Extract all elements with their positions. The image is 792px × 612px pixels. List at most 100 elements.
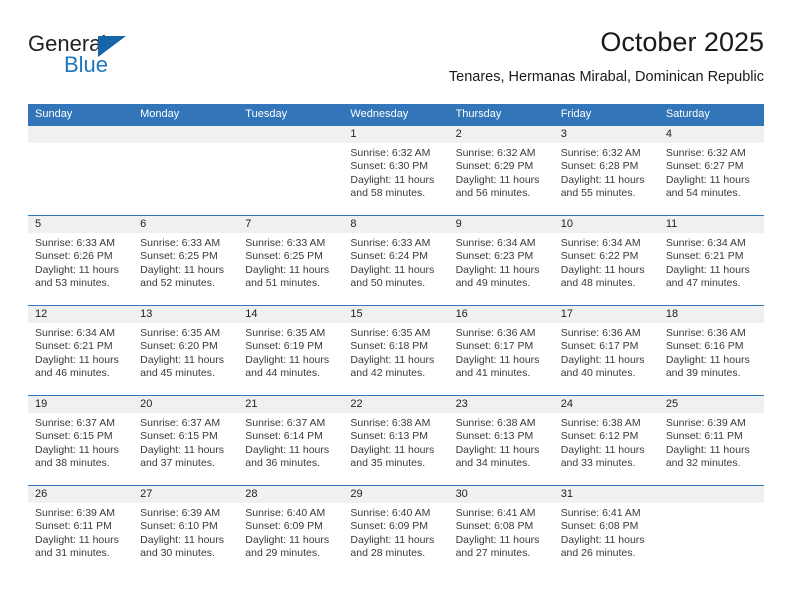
day-cell[interactable]: Sunrise: 6:38 AM Sunset: 6:12 PM Dayligh… — [554, 413, 659, 485]
calendar-week-row: 26 27 28 29 30 31 Sunrise: 6:39 AM Sunse… — [28, 485, 764, 575]
daylight-text-line1: Daylight: 11 hours — [140, 533, 224, 546]
day-cell[interactable]: Sunrise: 6:36 AM Sunset: 6:17 PM Dayligh… — [554, 323, 659, 395]
day-number[interactable]: 5 — [28, 216, 133, 233]
day-cell[interactable]: Sunrise: 6:32 AM Sunset: 6:30 PM Dayligh… — [343, 143, 448, 215]
day-cell[interactable]: Sunrise: 6:40 AM Sunset: 6:09 PM Dayligh… — [238, 503, 343, 575]
day-cell[interactable]: Sunrise: 6:35 AM Sunset: 6:19 PM Dayligh… — [238, 323, 343, 395]
day-number[interactable]: 1 — [343, 126, 448, 143]
calendar-week-row: 19 20 21 22 23 24 25 Sunrise: 6:37 AM Su… — [28, 395, 764, 485]
day-number[interactable]: 21 — [238, 396, 343, 413]
day-cell[interactable]: Sunrise: 6:34 AM Sunset: 6:22 PM Dayligh… — [554, 233, 659, 305]
day-cell[interactable] — [133, 143, 238, 215]
sunrise-text: Sunrise: 6:37 AM — [245, 417, 326, 429]
day-cell[interactable]: Sunrise: 6:37 AM Sunset: 6:14 PM Dayligh… — [238, 413, 343, 485]
sunset-text: Sunset: 6:15 PM — [35, 430, 113, 443]
day-cell[interactable]: Sunrise: 6:35 AM Sunset: 6:18 PM Dayligh… — [343, 323, 448, 395]
day-cell[interactable]: Sunrise: 6:33 AM Sunset: 6:25 PM Dayligh… — [133, 233, 238, 305]
day-cell[interactable]: Sunrise: 6:38 AM Sunset: 6:13 PM Dayligh… — [343, 413, 448, 485]
day-number[interactable]: 6 — [133, 216, 238, 233]
day-number[interactable]: 27 — [133, 486, 238, 503]
day-cell[interactable]: Sunrise: 6:32 AM Sunset: 6:28 PM Dayligh… — [554, 143, 659, 215]
day-number[interactable]: 16 — [449, 306, 554, 323]
daylight-text-line2: and 54 minutes. — [665, 187, 741, 200]
day-cell[interactable]: Sunrise: 6:37 AM Sunset: 6:15 PM Dayligh… — [133, 413, 238, 485]
day-cell[interactable]: Sunrise: 6:35 AM Sunset: 6:20 PM Dayligh… — [133, 323, 238, 395]
daylight-text-line1: Daylight: 11 hours — [455, 353, 540, 366]
day-cell[interactable]: Sunrise: 6:39 AM Sunset: 6:11 PM Dayligh… — [659, 413, 764, 485]
day-number[interactable]: 10 — [554, 216, 659, 233]
daylight-text-line1: Daylight: 11 hours — [455, 443, 540, 456]
day-number[interactable]: 20 — [133, 396, 238, 413]
day-cell[interactable]: Sunrise: 6:34 AM Sunset: 6:21 PM Dayligh… — [659, 233, 764, 305]
day-cell[interactable]: Sunrise: 6:36 AM Sunset: 6:17 PM Dayligh… — [449, 323, 554, 395]
daylight-text-line2: and 49 minutes. — [455, 277, 531, 290]
day-number[interactable]: 4 — [659, 126, 764, 143]
day-number[interactable]: 8 — [343, 216, 448, 233]
day-number[interactable]: 30 — [449, 486, 554, 503]
daylight-text-line1: Daylight: 11 hours — [350, 353, 435, 366]
day-number[interactable]: 28 — [238, 486, 343, 503]
sunrise-text: Sunrise: 6:37 AM — [140, 417, 221, 429]
day-cell[interactable]: Sunrise: 6:32 AM Sunset: 6:27 PM Dayligh… — [659, 143, 764, 215]
day-number[interactable]: 11 — [659, 216, 764, 233]
day-cell[interactable]: Sunrise: 6:40 AM Sunset: 6:09 PM Dayligh… — [343, 503, 448, 575]
day-cell[interactable]: Sunrise: 6:38 AM Sunset: 6:13 PM Dayligh… — [449, 413, 554, 485]
day-number[interactable]: 22 — [343, 396, 448, 413]
daylight-text-line1: Daylight: 11 hours — [560, 353, 645, 366]
day-number[interactable]: 12 — [28, 306, 133, 323]
day-number[interactable]: 14 — [238, 306, 343, 323]
daylight-text-line1: Daylight: 11 hours — [455, 263, 540, 276]
day-number[interactable]: 26 — [28, 486, 133, 503]
day-number[interactable]: 31 — [554, 486, 659, 503]
general-blue-logo[interactable]: General Blue — [28, 32, 198, 84]
day-cell[interactable] — [238, 143, 343, 215]
day-number[interactable]: 7 — [238, 216, 343, 233]
day-number[interactable]: 2 — [449, 126, 554, 143]
day-number[interactable]: 15 — [343, 306, 448, 323]
daylight-text-line2: and 52 minutes. — [140, 277, 215, 290]
daylight-text-line2: and 30 minutes. — [140, 547, 215, 560]
day-number[interactable] — [133, 126, 238, 143]
sunset-text: Sunset: 6:28 PM — [560, 160, 639, 173]
day-number[interactable]: 29 — [343, 486, 448, 503]
daylight-text-line2: and 35 minutes. — [350, 457, 426, 470]
day-cell[interactable] — [28, 143, 133, 215]
day-number[interactable]: 19 — [28, 396, 133, 413]
sunrise-text: Sunrise: 6:40 AM — [245, 507, 326, 519]
daylight-text-line1: Daylight: 11 hours — [560, 173, 645, 186]
day-cell[interactable]: Sunrise: 6:33 AM Sunset: 6:24 PM Dayligh… — [343, 233, 448, 305]
day-cell[interactable]: Sunrise: 6:33 AM Sunset: 6:25 PM Dayligh… — [238, 233, 343, 305]
day-cell[interactable]: Sunrise: 6:34 AM Sunset: 6:23 PM Dayligh… — [449, 233, 554, 305]
day-number[interactable]: 24 — [554, 396, 659, 413]
day-cell[interactable]: Sunrise: 6:39 AM Sunset: 6:11 PM Dayligh… — [28, 503, 133, 575]
day-number[interactable]: 17 — [554, 306, 659, 323]
day-cell[interactable]: Sunrise: 6:34 AM Sunset: 6:21 PM Dayligh… — [28, 323, 133, 395]
day-cell[interactable]: Sunrise: 6:36 AM Sunset: 6:16 PM Dayligh… — [659, 323, 764, 395]
daylight-text-line2: and 40 minutes. — [560, 367, 636, 380]
daylight-text-line2: and 41 minutes. — [455, 367, 531, 380]
day-number[interactable]: 3 — [554, 126, 659, 143]
daylight-text-line2: and 45 minutes. — [140, 367, 215, 380]
day-cell[interactable]: Sunrise: 6:39 AM Sunset: 6:10 PM Dayligh… — [133, 503, 238, 575]
daylight-text-line2: and 42 minutes. — [350, 367, 426, 380]
day-number[interactable]: 18 — [659, 306, 764, 323]
day-number[interactable]: 13 — [133, 306, 238, 323]
day-cell[interactable]: Sunrise: 6:33 AM Sunset: 6:26 PM Dayligh… — [28, 233, 133, 305]
sunrise-text: Sunrise: 6:34 AM — [35, 327, 115, 339]
sunrise-text: Sunrise: 6:32 AM — [560, 147, 641, 159]
sunset-text: Sunset: 6:10 PM — [140, 520, 218, 533]
day-number[interactable] — [238, 126, 343, 143]
day-number[interactable] — [28, 126, 133, 143]
day-number[interactable]: 9 — [449, 216, 554, 233]
day-number[interactable] — [659, 486, 764, 503]
day-cell[interactable] — [659, 503, 764, 575]
day-number[interactable]: 23 — [449, 396, 554, 413]
day-cell[interactable]: Sunrise: 6:41 AM Sunset: 6:08 PM Dayligh… — [449, 503, 554, 575]
day-cell[interactable]: Sunrise: 6:37 AM Sunset: 6:15 PM Dayligh… — [28, 413, 133, 485]
sunrise-text: Sunrise: 6:32 AM — [350, 147, 431, 159]
day-cell[interactable]: Sunrise: 6:32 AM Sunset: 6:29 PM Dayligh… — [449, 143, 554, 215]
day-number[interactable]: 25 — [659, 396, 764, 413]
weekday-header-wednesday: Wednesday — [350, 108, 409, 120]
sunset-text: Sunset: 6:11 PM — [35, 520, 112, 533]
day-cell[interactable]: Sunrise: 6:41 AM Sunset: 6:08 PM Dayligh… — [554, 503, 659, 575]
